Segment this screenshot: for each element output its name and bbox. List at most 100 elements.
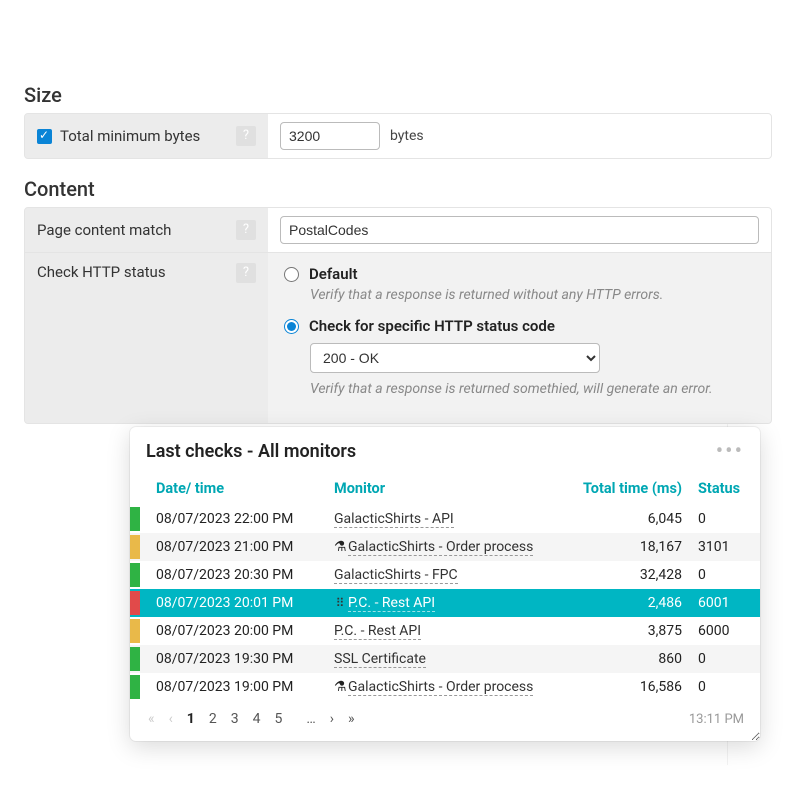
min-bytes-input[interactable] [280, 122, 380, 150]
page-match-input[interactable] [280, 216, 759, 244]
card-header: Last checks - All monitors ••• [130, 427, 760, 472]
size-panel: Total minimum bytes ? bytes [24, 113, 772, 159]
cell-total-time: 16,586 [570, 673, 690, 701]
cell-status: 0 [690, 561, 760, 589]
pager-next[interactable]: › [328, 711, 336, 727]
cell-status: 6000 [690, 617, 760, 645]
last-checks-card: Last checks - All monitors ••• Date/ tim… [130, 427, 760, 741]
http-status-label-text: Check HTTP status [37, 263, 228, 281]
cell-total-time: 32,428 [570, 561, 690, 589]
status-chip [130, 563, 140, 587]
radio-specific-label: Check for specific HTTP status code [309, 317, 555, 335]
table-row[interactable]: 08/07/2023 19:00 PM⚗GalacticShirts - Ord… [130, 673, 760, 701]
pager-page[interactable]: 2 [207, 711, 219, 727]
pager: « ‹ 12345 … › » [146, 711, 357, 727]
pager-ellipsis: … [304, 711, 317, 727]
min-bytes-checkbox[interactable] [37, 129, 52, 144]
cell-datetime: 08/07/2023 20:00 PM [146, 617, 326, 645]
http-status-label: Check HTTP status ? [25, 253, 268, 423]
table-header-row: Date/ time Monitor Total time (ms) Statu… [130, 472, 760, 505]
radio-specific-input[interactable] [284, 319, 299, 334]
pager-first[interactable]: « [146, 711, 157, 727]
footer-time: 13:11 PM [689, 712, 744, 727]
monitor-link[interactable]: P.C. - Rest API [334, 623, 421, 640]
cell-total-time: 6,045 [570, 505, 690, 533]
status-chip [130, 507, 140, 531]
status-chip [130, 591, 140, 615]
min-bytes-label-text: Total minimum bytes [60, 127, 228, 145]
col-status[interactable]: Status [690, 472, 760, 505]
cell-datetime: 08/07/2023 22:00 PM [146, 505, 326, 533]
col-monitor[interactable]: Monitor [326, 472, 570, 505]
help-icon[interactable]: ? [236, 126, 256, 146]
table-row[interactable]: 08/07/2023 19:30 PMSSL Certificate8600 [130, 645, 760, 673]
card-menu-icon[interactable]: ••• [716, 447, 744, 457]
min-bytes-unit: bytes [390, 128, 424, 144]
status-code-select[interactable]: 200 - OK [310, 343, 600, 373]
help-icon[interactable]: ? [236, 220, 256, 240]
cell-datetime: 08/07/2023 20:01 PM [146, 589, 326, 617]
cell-monitor: SSL Certificate [326, 645, 570, 673]
card-title: Last checks - All monitors [146, 441, 716, 462]
section-title-content: Content [24, 177, 800, 201]
cell-datetime: 08/07/2023 19:00 PM [146, 673, 326, 701]
monitor-link[interactable]: GalacticShirts - Order process [348, 539, 533, 556]
radio-default[interactable]: Default [284, 265, 755, 283]
status-chip [130, 675, 140, 699]
status-chip [130, 535, 140, 559]
monitor-link[interactable]: SSL Certificate [334, 651, 426, 668]
table-row[interactable]: 08/07/2023 22:00 PM GalacticShirts - API 6… [130, 505, 760, 533]
cell-status: 6001 [690, 589, 760, 617]
radio-default-desc: Verify that a response is returned witho… [310, 287, 755, 303]
cell-datetime: 08/07/2023 20:30 PM [146, 561, 326, 589]
col-datetime[interactable]: Date/ time [146, 472, 326, 505]
table-row[interactable]: 08/07/2023 20:30 PM GalacticShirts - FPC 3… [130, 561, 760, 589]
cell-total-time: 860 [570, 645, 690, 673]
pager-last[interactable]: » [346, 711, 357, 727]
card-footer: « ‹ 12345 … › » 13:11 PM [130, 701, 760, 741]
monitor-link[interactable]: P.C. - Rest API [348, 595, 435, 612]
help-icon[interactable]: ? [236, 263, 256, 283]
pager-page[interactable]: 4 [251, 711, 263, 727]
status-chip [130, 619, 140, 643]
cell-monitor: GalacticShirts - FPC [326, 561, 570, 589]
radio-specific[interactable]: Check for specific HTTP status code [284, 317, 755, 335]
min-bytes-row: Total minimum bytes ? bytes [25, 114, 771, 158]
min-bytes-label: Total minimum bytes ? [25, 114, 268, 158]
cell-monitor: ⚗GalacticShirts - Order process [326, 533, 570, 561]
table-row[interactable]: 08/07/2023 20:00 PM P.C. - Rest API 3,8756… [130, 617, 760, 645]
page-match-row: Page content match ? [25, 208, 771, 252]
status-chip [130, 647, 140, 671]
cell-monitor: GalacticShirts - API [326, 505, 570, 533]
pager-prev[interactable]: ‹ [167, 711, 175, 727]
cell-total-time: 3,875 [570, 617, 690, 645]
monitor-link[interactable]: GalacticShirts - API [334, 511, 454, 528]
checks-table: Date/ time Monitor Total time (ms) Statu… [130, 472, 760, 701]
page-match-label-text: Page content match [37, 221, 228, 239]
table-row[interactable]: 08/07/2023 20:01 PM⠿P.C. - Rest API2,486… [130, 589, 760, 617]
table-row[interactable]: 08/07/2023 21:00 PM⚗GalacticShirts - Ord… [130, 533, 760, 561]
cell-monitor: ⠿P.C. - Rest API [326, 589, 570, 617]
cell-monitor: P.C. - Rest API [326, 617, 570, 645]
cell-datetime: 08/07/2023 19:30 PM [146, 645, 326, 673]
min-bytes-content: bytes [268, 114, 771, 158]
cell-total-time: 2,486 [570, 589, 690, 617]
cell-monitor: ⚗GalacticShirts - Order process [326, 673, 570, 701]
drag-icon: ⠿ [334, 596, 346, 610]
radio-default-label: Default [309, 265, 358, 283]
monitor-link[interactable]: GalacticShirts - FPC [334, 567, 458, 584]
cell-status: 3101 [690, 533, 760, 561]
monitor-link[interactable]: GalacticShirts - Order process [348, 679, 533, 696]
cell-status: 0 [690, 673, 760, 701]
http-status-row: Check HTTP status ? Default Verify that … [25, 252, 771, 423]
pager-page[interactable]: 1 [185, 711, 197, 727]
cell-total-time: 18,167 [570, 533, 690, 561]
radio-default-input[interactable] [284, 267, 299, 282]
pager-page[interactable]: 5 [272, 711, 284, 727]
col-total-time[interactable]: Total time (ms) [570, 472, 690, 505]
cell-datetime: 08/07/2023 21:00 PM [146, 533, 326, 561]
pager-page[interactable]: 3 [229, 711, 241, 727]
section-title-size: Size [24, 0, 800, 107]
content-panel: Page content match ? Check HTTP status ?… [24, 207, 772, 424]
status-select-wrap: 200 - OK [310, 343, 755, 373]
